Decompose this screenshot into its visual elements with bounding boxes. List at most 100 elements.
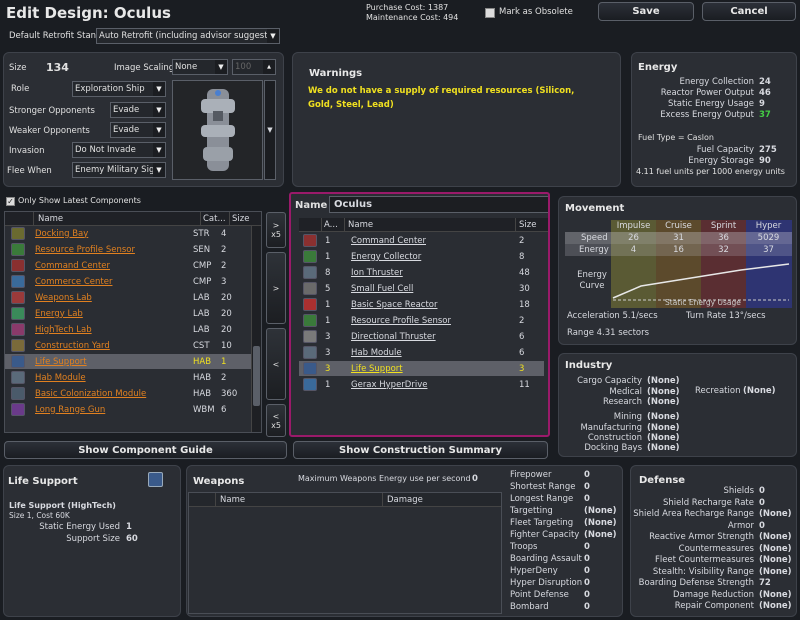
design-component-row[interactable]: 1 Resource Profile Sensor 2 [299,313,544,329]
retrofit-select[interactable]: Auto Retrofit (including advisor suggest… [96,28,280,44]
flee-select[interactable]: Enemy Military Sighted ▼ [72,162,166,178]
design-component-name[interactable]: Small Fuel Cell [339,284,509,294]
component-name[interactable]: Energy Lab [25,309,191,319]
header-name[interactable]: Name [34,214,200,224]
design-component-name[interactable]: Gerax HyperDrive [339,380,509,390]
component-row[interactable]: Long Range Gun WBM 6 [5,402,251,418]
chevron-down-icon: ▼ [267,29,279,43]
header-name[interactable]: Name [216,495,382,505]
save-button[interactable]: Save [598,2,694,21]
component-name[interactable]: Resource Profile Sensor [25,245,191,255]
show-construction-summary-button[interactable]: Show Construction Summary [293,441,548,459]
header-size[interactable]: Size [516,220,536,230]
size-value: 134 [46,61,69,74]
design-component-name[interactable]: Command Center [339,236,509,246]
header-amount[interactable]: A... [322,220,344,230]
add-button[interactable]: > [266,252,286,324]
component-row[interactable]: Construction Yard CST 10 [5,338,251,354]
show-component-guide-button[interactable]: Show Component Guide [4,441,287,459]
design-component-name[interactable]: Resource Profile Sensor [339,316,509,326]
design-component-name[interactable]: Hab Module [339,348,509,358]
component-row[interactable]: Basic Colonization Module HAB 360 [5,386,251,402]
component-row[interactable]: Resource Profile Sensor SEN 2 [5,242,251,258]
header-size[interactable]: Size [230,214,249,224]
scrollbar-thumb[interactable] [253,346,260,406]
design-component-row[interactable]: 3 Hab Module 6 [299,345,544,361]
design-component-row[interactable]: 1 Energy Collector 8 [299,249,544,265]
design-component-row[interactable]: 3 Directional Thruster 6 [299,329,544,345]
design-component-row[interactable]: 1 Basic Space Reactor 18 [299,297,544,313]
component-name[interactable]: Weapons Lab [25,293,191,303]
movement-energy-value: 16 [673,245,684,255]
design-component-name[interactable]: Energy Collector [339,252,509,262]
component-row[interactable]: Hab Module HAB 2 [5,370,251,386]
header-name[interactable]: Name [345,220,515,230]
component-name[interactable]: Hab Module [25,373,191,383]
speed-label: Speed [581,233,608,243]
weaker-select[interactable]: Evade ▼ [110,122,166,138]
design-name-input[interactable]: Oculus [329,196,548,213]
ship-image-scroll[interactable]: ▼ [264,80,276,180]
design-component-row[interactable]: 1 Command Center 2 [299,233,544,249]
component-name[interactable]: Command Center [25,261,191,271]
weapon-stat-value: (None) [584,530,617,540]
fuel-stat-label: Fuel Capacity [696,145,754,155]
component-list-scrollbar[interactable] [251,226,261,432]
page-title: Edit Design: Oculus [6,4,171,22]
component-row[interactable]: Command Center CMP 2 [5,258,251,274]
component-row[interactable]: Commerce Center CMP 3 [5,274,251,290]
movement-energy-value: 4 [630,245,637,255]
component-name[interactable]: Construction Yard [25,341,191,351]
purchase-cost: Purchase Cost: 1387 [366,3,449,12]
design-component-size: 48 [519,267,530,278]
component-size: 1 [221,356,227,367]
add-5-button[interactable]: > x5 [266,212,286,248]
header-damage[interactable]: Damage [383,495,423,505]
component-name[interactable]: Basic Colonization Module [25,389,191,399]
design-component-row[interactable]: 1 Gerax HyperDrive 11 [299,377,544,393]
component-category: CMP [193,260,212,271]
design-component-row[interactable]: 5 Small Fuel Cell 30 [299,281,544,297]
design-component-row[interactable]: 8 Ion Thruster 48 [299,265,544,281]
component-row[interactable]: Weapons Lab LAB 20 [5,290,251,306]
design-component-row[interactable]: 3 Life Support 3 [299,361,544,377]
mark-obsolete-checkbox[interactable] [485,8,495,18]
component-name[interactable]: Commerce Center [25,277,191,287]
only-latest-checkbox[interactable]: ✓ [6,197,15,206]
cancel-button[interactable]: Cancel [702,2,796,21]
component-row[interactable]: HighTech Lab LAB 20 [5,322,251,338]
remove-button[interactable]: < [266,328,286,400]
chevron-down-icon: ▼ [153,123,165,137]
movement-column-header: Sprint [710,221,737,231]
role-select[interactable]: Exploration Ship ▼ [72,81,166,97]
movement-title: Movement [565,203,625,214]
energy-stat-label: Excess Energy Output [660,110,754,120]
component-row[interactable]: Life Support HAB 1 [5,354,251,370]
component-name[interactable]: Long Range Gun [25,405,191,415]
chevron-down-icon: ▼ [153,82,165,96]
header-category[interactable]: Cat... [201,214,229,224]
component-name[interactable]: HighTech Lab [25,325,191,335]
invasion-select[interactable]: Do Not Invade ▼ [72,142,166,158]
component-category: HAB [193,372,212,383]
ship-image[interactable] [172,80,263,180]
defense-stat-label: Shields [723,486,754,496]
design-component-count: 1 [325,251,331,262]
remove-5-button[interactable]: < x5 [266,404,286,437]
industry-stat-label: Mining [613,412,642,422]
movement-speed-value: 31 [673,233,684,243]
component-row[interactable]: Energy Lab LAB 20 [5,306,251,322]
component-row[interactable]: Docking Bay STR 4 [5,226,251,242]
component-name[interactable]: Life Support [25,357,191,367]
stronger-select[interactable]: Evade ▼ [110,102,166,118]
design-component-name[interactable]: Life Support [339,364,509,374]
design-component-count: 1 [325,315,331,326]
design-component-name[interactable]: Ion Thruster [339,268,509,278]
design-component-name[interactable]: Directional Thruster [339,332,509,342]
image-scaling-number[interactable]: 100 ▲ [232,59,276,75]
component-category: LAB [193,324,210,335]
industry-stat-value: (None) [647,433,680,443]
image-scaling-select[interactable]: None ▼ [172,59,228,75]
design-component-name[interactable]: Basic Space Reactor [339,300,509,310]
component-name[interactable]: Docking Bay [25,229,191,239]
